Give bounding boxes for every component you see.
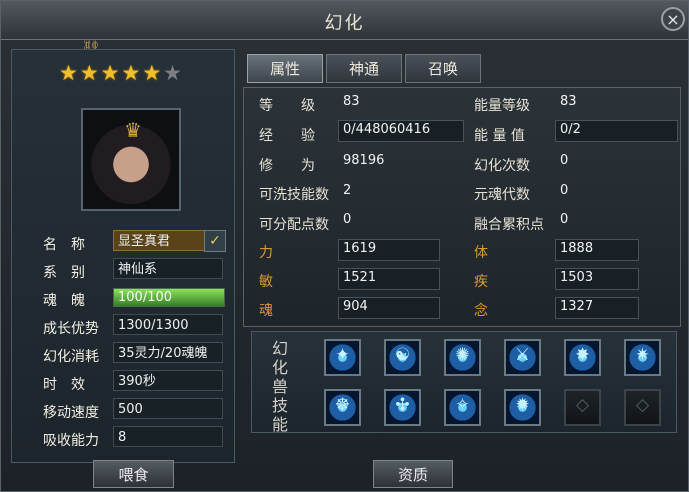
character-name-field[interactable]: 显圣真君 — [113, 230, 210, 251]
star-icon: ★ — [142, 61, 162, 85]
crown-icon: ♛ — [124, 118, 142, 142]
close-icon[interactable]: × — [661, 7, 685, 31]
empty-star-icon: ★ — [163, 61, 182, 85]
confirm-name-icon[interactable]: ✓ — [204, 230, 226, 252]
tab-summon[interactable]: 召唤 — [405, 54, 481, 83]
energy-value-label: 能 量 值 — [474, 128, 525, 144]
morph-count-value: 0 — [560, 153, 569, 168]
cultivation-value: 98196 — [343, 153, 385, 168]
agility-value: 1521 — [343, 270, 377, 285]
window-title: 幻化 — [324, 13, 365, 34]
skill-icon-10[interactable]: ✹ — [504, 389, 541, 426]
speed-label: 移动速度 — [43, 405, 99, 421]
skill-icon-2[interactable]: ☯ — [384, 339, 421, 376]
soul-value: 100/100 — [118, 290, 173, 305]
skill-icon-6[interactable]: ✷ — [624, 339, 661, 376]
star-icon: ★ — [121, 61, 141, 85]
skill-icon-3[interactable]: ✺ — [444, 339, 481, 376]
skill-icon-8[interactable]: ✣ — [384, 389, 421, 426]
fusion-value: 0 — [560, 212, 569, 227]
series-label: 系 别 — [43, 265, 85, 281]
speed-attr-value: 1503 — [560, 270, 594, 285]
growth-value: 1300/1300 — [113, 314, 223, 335]
soul-attr-value: 904 — [343, 299, 368, 314]
cost-value: 35灵力/20魂魄 — [113, 342, 223, 363]
cultivation-label: 修 为 — [259, 158, 315, 174]
name-label: 名 称 — [43, 237, 85, 253]
cost-label: 幻化消耗 — [43, 349, 99, 365]
tab-attributes[interactable]: 属性 — [247, 54, 323, 83]
refresh-skill-label: 可洗技能数 — [259, 187, 329, 203]
skill-icon-9[interactable]: ✧ — [444, 389, 481, 426]
soul-bar: 100/100 — [113, 288, 225, 307]
skill-icon-5[interactable]: ✸ — [564, 339, 601, 376]
mind-label: 念 — [474, 303, 488, 319]
energy-level-value: 83 — [560, 94, 577, 109]
body-value: 1888 — [560, 241, 594, 256]
star-icon: ★ — [100, 61, 120, 85]
empty-skill-icon: ◇ — [624, 389, 661, 426]
points-label: 可分配点数 — [259, 217, 329, 233]
skills-title: 幻化兽技能 — [271, 339, 288, 434]
refresh-skill-value: 2 — [343, 183, 352, 198]
title-bar: 幻化 × — [1, 1, 688, 40]
absorb-label: 吸收能力 — [43, 433, 99, 449]
speed-attr-label: 疾 — [474, 274, 488, 290]
empty-skill-icon: ◇ — [564, 389, 601, 426]
mind-value: 1327 — [560, 299, 594, 314]
star-icon: ★ — [79, 61, 99, 85]
soul-gen-value: 0 — [560, 183, 569, 198]
time-label: 时 效 — [43, 377, 85, 393]
agility-label: 敏 — [259, 274, 273, 290]
character-portrait: ♛ — [81, 108, 181, 211]
points-value: 0 — [343, 212, 352, 227]
power-label: 力 — [259, 245, 273, 261]
quality-button[interactable]: 资质 — [373, 460, 453, 488]
soul-attr-label: 魂 — [259, 303, 273, 319]
series-value: 神仙系 — [113, 258, 223, 279]
growth-label: 成长优势 — [43, 321, 99, 337]
energy-level-label: 能量等级 — [474, 98, 530, 114]
tab-bar: 属性 神通 召唤 — [247, 54, 481, 83]
skill-icon-1[interactable]: ✦ — [324, 339, 361, 376]
skill-icon-7[interactable]: ☸ — [324, 389, 361, 426]
power-value: 1619 — [343, 241, 377, 256]
morph-count-label: 幻化次数 — [474, 158, 530, 174]
skill-icon-4[interactable]: ⚔ — [504, 339, 541, 376]
star-icon: ★ — [59, 61, 78, 85]
soul-gen-label: 元魂代数 — [474, 187, 530, 203]
soul-label: 魂 魄 — [43, 293, 85, 309]
absorb-value: 8 — [113, 426, 223, 447]
level-value: 83 — [343, 94, 360, 109]
feed-button[interactable]: 喂食 — [93, 460, 174, 488]
speed-value: 500 — [113, 398, 223, 419]
level-label: 等 级 — [259, 98, 315, 114]
fusion-label: 融合累积点 — [474, 217, 544, 233]
time-value: 390秒 — [113, 370, 223, 391]
body-label: 体 — [474, 245, 488, 261]
exp-value: 0/448060416 — [343, 122, 431, 137]
rating-stars: ★ ★ ★ ★ ★ ★ — [59, 61, 182, 85]
energy-value: 0/2 — [560, 122, 581, 137]
tab-divine-powers[interactable]: 神通 — [326, 54, 402, 83]
exp-label: 经 验 — [259, 128, 315, 144]
morph-window: 幻化 × ⛓ ★ ★ ★ ★ ★ ★ ♛ 名 称 显圣真君 ✓ 系 别 神仙系 … — [0, 0, 689, 492]
